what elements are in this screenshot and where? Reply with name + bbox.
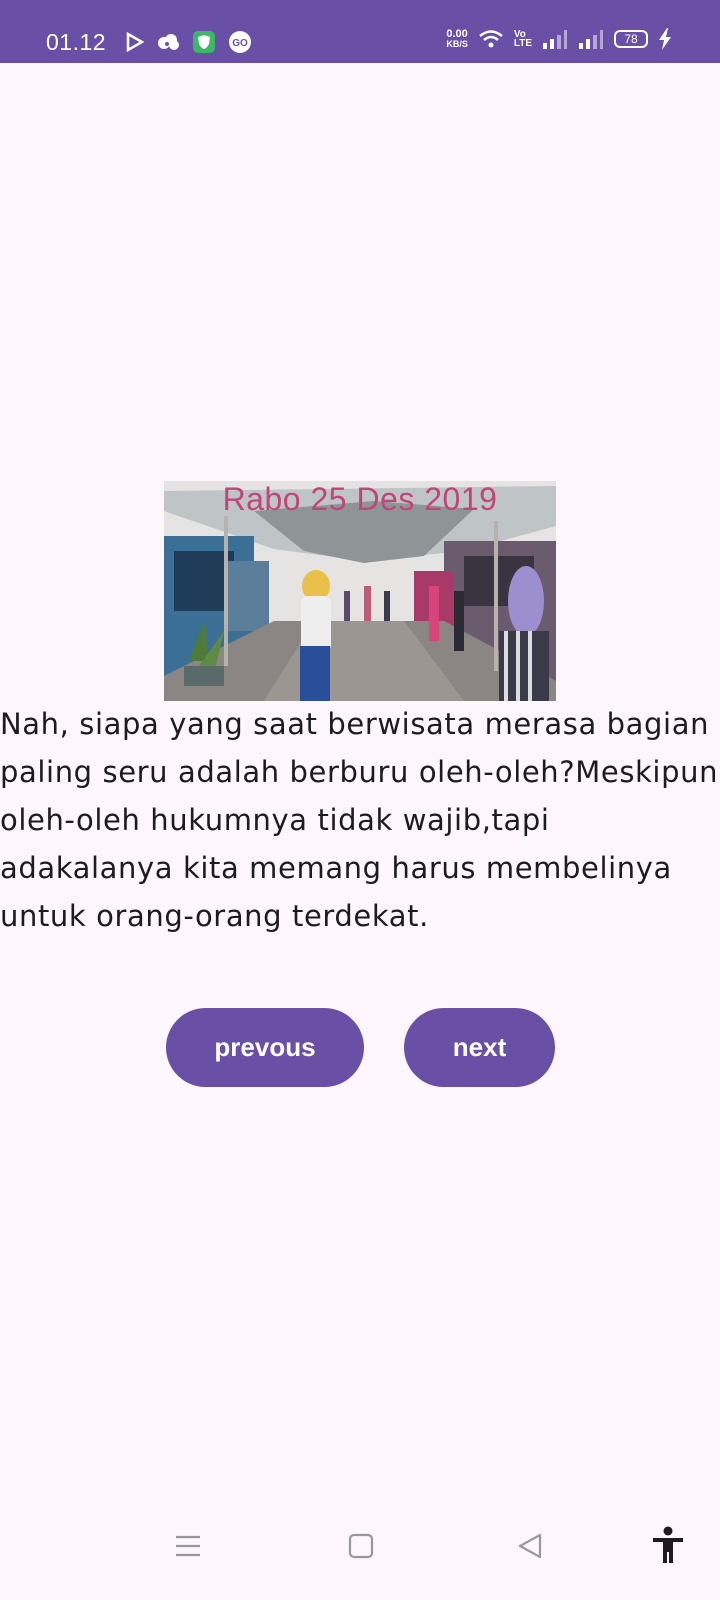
volte-indicator: Vo LTE <box>513 30 532 49</box>
charging-icon <box>658 28 672 50</box>
market-photo: Rabo 25 Des 2019 <box>164 481 556 701</box>
svg-text:GO: GO <box>232 38 248 49</box>
status-time: 01.12 <box>46 29 107 55</box>
shield-app-icon <box>192 30 216 54</box>
go-app-icon: GO <box>228 30 252 54</box>
cloud-app-icon <box>156 32 180 52</box>
home-icon[interactable] <box>347 1532 375 1564</box>
network-speed: 0.00 KB/S <box>446 28 468 50</box>
volte-bottom: LTE <box>513 38 532 49</box>
previous-button[interactable]: prevous <box>166 1008 364 1087</box>
back-icon[interactable] <box>516 1532 544 1564</box>
battery-level: 78 <box>624 32 638 46</box>
signal-icon <box>578 28 604 50</box>
story-paragraph: Nah, siapa yang saat berwisata merasa ba… <box>0 707 719 933</box>
menu-icon[interactable] <box>174 1532 202 1564</box>
network-speed-unit: KB/S <box>446 39 468 49</box>
signal-icon <box>542 28 568 50</box>
battery-indicator: 78 <box>614 30 648 48</box>
network-speed-value: 0.00 <box>446 28 468 40</box>
next-button[interactable]: next <box>404 1008 555 1087</box>
system-status-icons: 0.00 KB/S Vo LTE 78 <box>446 28 672 50</box>
play-store-icon <box>126 32 144 52</box>
photo-caption: Rabo 25 Des 2019 <box>222 481 498 517</box>
status-bar: 01.12 GO 0.00 KB/S Vo LTE 78 <box>0 0 720 63</box>
navigation-bar <box>0 1510 720 1600</box>
accessibility-icon[interactable] <box>651 1526 685 1568</box>
notification-icons: GO <box>126 30 252 54</box>
wifi-icon <box>478 28 504 50</box>
